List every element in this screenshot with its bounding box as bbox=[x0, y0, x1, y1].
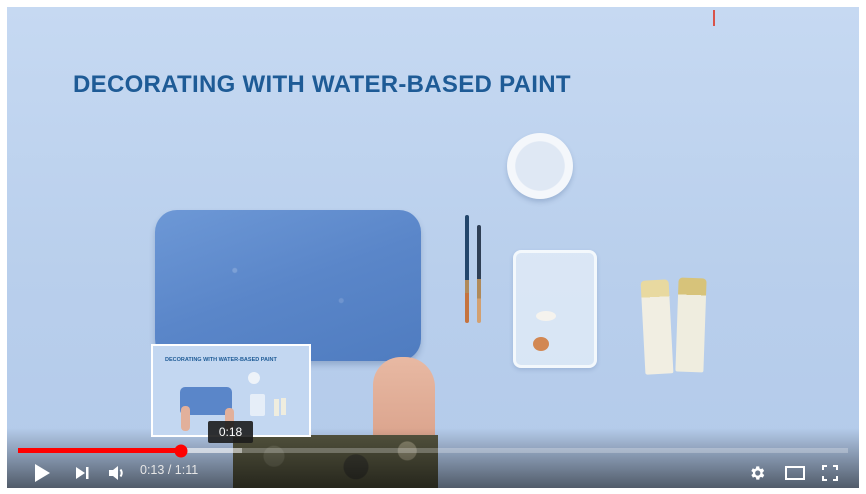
play-icon bbox=[35, 464, 50, 482]
controls-gradient bbox=[7, 428, 859, 488]
progress-played bbox=[18, 448, 181, 453]
current-time: 0:13 bbox=[140, 463, 165, 477]
paint-tube bbox=[675, 277, 707, 373]
settings-button[interactable] bbox=[745, 460, 769, 486]
theater-mode-icon bbox=[785, 466, 805, 480]
next-button[interactable] bbox=[70, 460, 94, 486]
paintbrush bbox=[477, 225, 481, 323]
scrubber-handle[interactable] bbox=[174, 444, 188, 457]
preview-title: DECORATING WITH WATER-BASED PAINT bbox=[165, 357, 277, 363]
orange-paint-blob bbox=[533, 337, 549, 351]
video-player[interactable]: DECORATING WITH WATER-BASED PAINT DECORA… bbox=[7, 7, 859, 488]
play-button[interactable] bbox=[29, 460, 55, 486]
volume-button[interactable] bbox=[105, 460, 129, 486]
paintbrush bbox=[465, 215, 469, 323]
time-display: 0:13 / 1:11 bbox=[140, 463, 198, 477]
preview-hand bbox=[181, 406, 190, 431]
water-cup bbox=[507, 133, 573, 199]
progress-bar[interactable] bbox=[18, 444, 848, 457]
theater-mode-button[interactable] bbox=[782, 460, 808, 486]
paint-tray bbox=[513, 250, 597, 368]
preview-tube bbox=[281, 398, 286, 415]
preview-tray bbox=[250, 394, 265, 416]
paint-tube bbox=[640, 279, 674, 375]
blue-sponge bbox=[155, 210, 421, 361]
next-icon bbox=[76, 467, 89, 479]
duration: 1:11 bbox=[174, 463, 199, 477]
preview-cup bbox=[248, 372, 260, 384]
white-paint-blob bbox=[536, 311, 556, 321]
preview-timestamp: 0:18 bbox=[208, 421, 253, 443]
preview-tube bbox=[274, 399, 279, 416]
video-title-overlay: DECORATING WITH WATER-BASED PAINT bbox=[73, 71, 571, 98]
fullscreen-icon bbox=[822, 465, 838, 481]
gear-icon bbox=[751, 466, 765, 480]
fullscreen-button[interactable] bbox=[818, 460, 842, 486]
red-marker bbox=[713, 10, 715, 26]
time-separator: / bbox=[167, 463, 172, 477]
volume-icon bbox=[109, 466, 123, 480]
